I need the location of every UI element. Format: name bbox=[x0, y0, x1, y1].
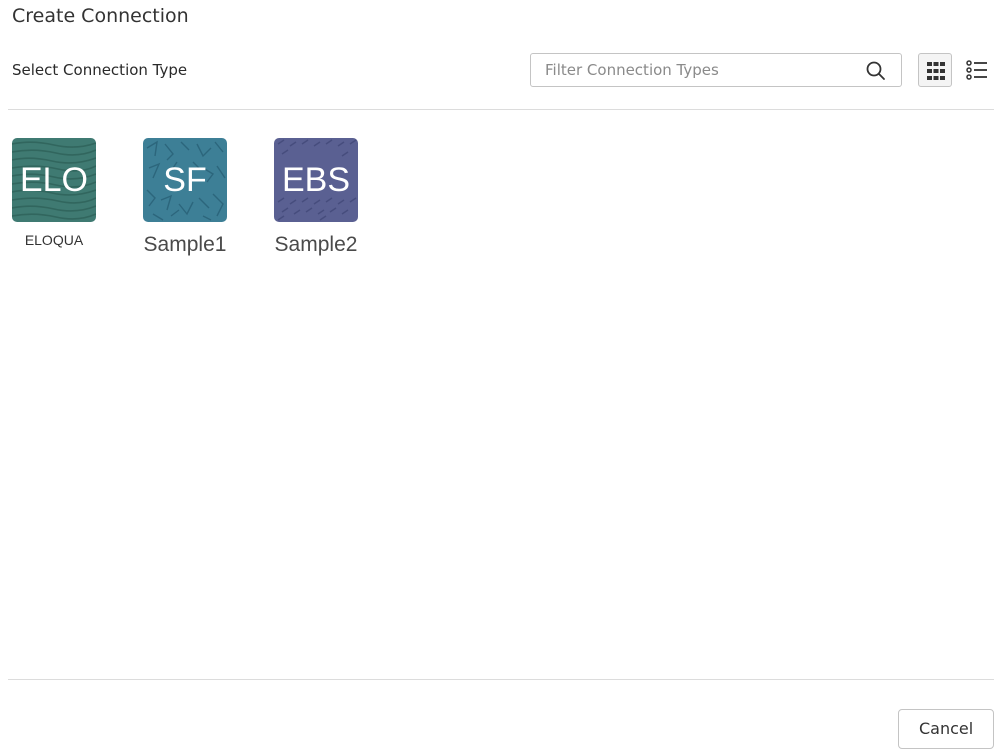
grid-view-button[interactable] bbox=[918, 53, 952, 87]
filter-connection-types-input[interactable] bbox=[545, 54, 845, 86]
sf-connection-icon: SF bbox=[143, 138, 227, 222]
tile-label: Sample2 bbox=[274, 233, 358, 256]
connection-tile-sample2[interactable]: EBS Sample2 bbox=[261, 138, 371, 257]
filter-search-box[interactable] bbox=[530, 53, 902, 87]
search-icon[interactable] bbox=[865, 60, 887, 82]
tile-abbreviation: SF bbox=[163, 161, 207, 199]
dialog-title: Create Connection bbox=[12, 5, 189, 27]
tile-abbreviation: EBS bbox=[281, 161, 351, 199]
connection-tile-sample1[interactable]: SF Sample1 bbox=[130, 138, 240, 257]
list-view-button[interactable] bbox=[959, 53, 993, 87]
connection-tile-eloqua[interactable]: ELO ELOQUA bbox=[0, 138, 109, 248]
footer-divider bbox=[8, 679, 994, 680]
header-divider bbox=[8, 109, 994, 110]
eloqua-connection-icon: ELO bbox=[12, 138, 96, 222]
section-label: Select Connection Type bbox=[12, 61, 188, 79]
list-view-icon bbox=[966, 60, 987, 80]
cancel-button[interactable]: Cancel bbox=[898, 709, 994, 749]
ebs-connection-icon: EBS bbox=[274, 138, 358, 222]
tile-label: ELOQUA bbox=[24, 232, 84, 248]
grid-view-icon bbox=[927, 62, 945, 80]
tile-label: Sample1 bbox=[143, 233, 227, 256]
tile-abbreviation: ELO bbox=[19, 161, 89, 199]
